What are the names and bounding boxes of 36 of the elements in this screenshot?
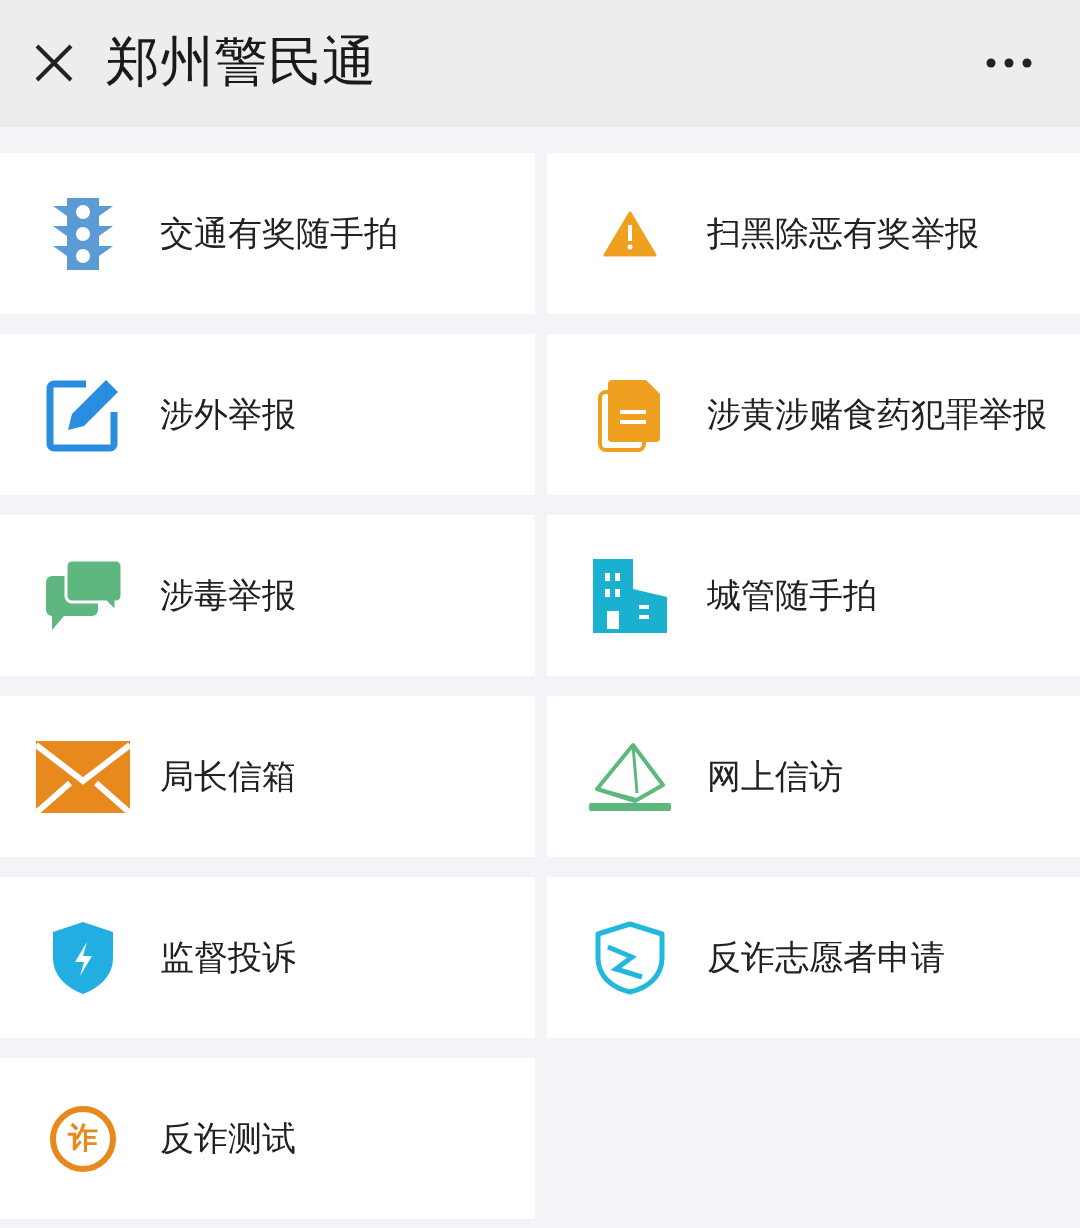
service-tile[interactable]: 局长信箱 [0, 696, 535, 857]
shield-lightning-icon [53, 921, 113, 994]
service-tile[interactable]: 诈 反诈测试 [0, 1058, 535, 1219]
service-label: 扫黑除恶有奖举报 [707, 211, 979, 255]
warning-icon [603, 210, 657, 257]
envelope-icon [36, 740, 130, 813]
traffic-light-icon [53, 197, 113, 270]
building-icon [591, 558, 669, 633]
more-icon[interactable] [986, 57, 1032, 68]
service-label: 反诈测试 [160, 1116, 296, 1160]
service-label: 涉黄涉赌食药犯罪举报 [707, 392, 1047, 436]
chat-icon [44, 559, 122, 632]
service-tile[interactable]: 涉黄涉赌食药犯罪举报 [547, 334, 1080, 495]
fraud-badge-icon: 诈 [50, 1105, 116, 1172]
service-label: 城管随手拍 [707, 573, 877, 617]
service-tile[interactable]: 监督投诉 [0, 877, 535, 1038]
service-tile[interactable]: 涉毒举报 [0, 515, 535, 676]
service-label: 局长信箱 [160, 754, 296, 798]
ballot-envelope-icon [589, 740, 671, 813]
service-tile[interactable]: 交通有奖随手拍 [0, 153, 535, 314]
page-title: 郑州警民通 [106, 29, 377, 95]
service-label: 网上信访 [707, 754, 843, 798]
service-tile[interactable]: 反诈志愿者申请 [547, 877, 1080, 1038]
service-label: 涉外举报 [160, 392, 296, 436]
service-tile[interactable]: 扫黑除恶有奖举报 [547, 153, 1080, 314]
service-label: 交通有奖随手拍 [160, 211, 398, 255]
service-tile[interactable]: 涉外举报 [0, 334, 535, 495]
service-label: 反诈志愿者申请 [707, 935, 945, 979]
close-icon[interactable] [34, 42, 74, 83]
document-icon [598, 377, 662, 452]
service-label: 涉毒举报 [160, 573, 296, 617]
service-tile[interactable]: 城管随手拍 [547, 515, 1080, 676]
edit-icon [46, 377, 120, 452]
service-tile[interactable]: 网上信访 [547, 696, 1080, 857]
shield-icon [594, 920, 666, 995]
service-label: 监督投诉 [160, 935, 296, 979]
